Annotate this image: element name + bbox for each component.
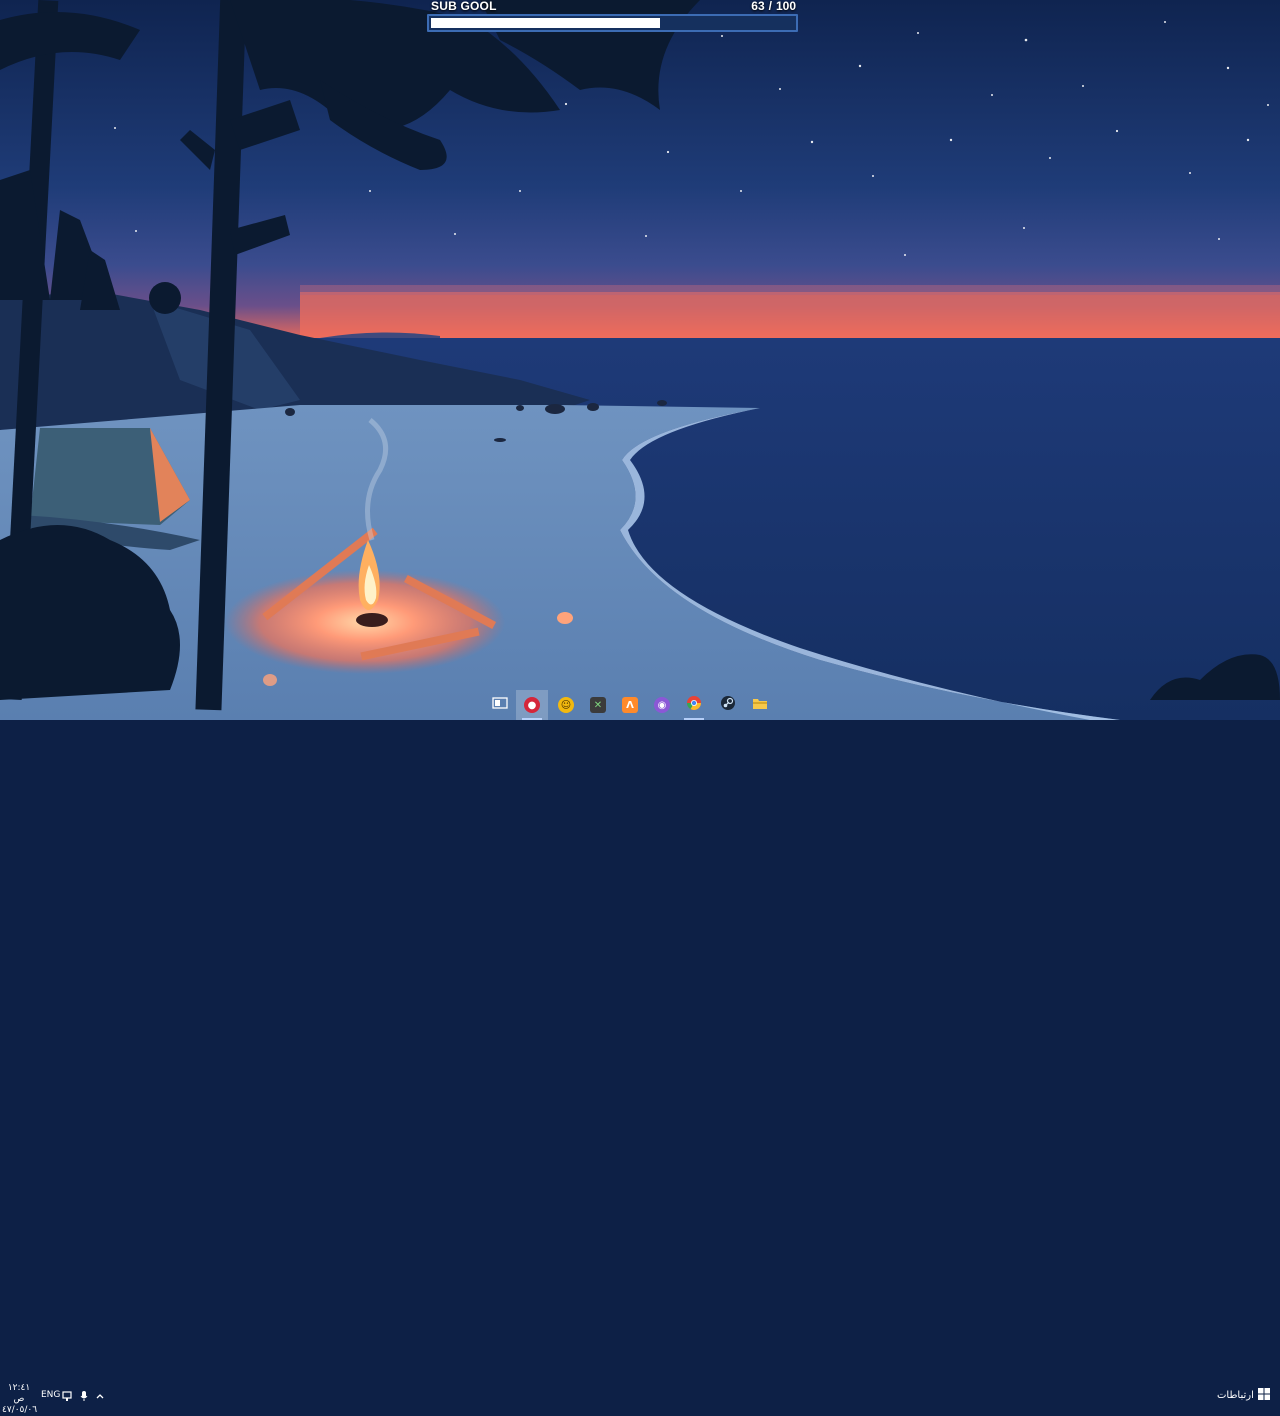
taskbar-app-voice[interactable]: ◉ xyxy=(646,690,678,720)
taskbar-clock[interactable]: ١٢:٤١ ص ٤٧/٠٥/٠٦ xyxy=(2,1383,38,1416)
steam-icon xyxy=(720,695,736,716)
sub-goal-progress-bar xyxy=(427,14,798,32)
sub-goal-widget: SUB GOOL 63/100 xyxy=(427,0,798,34)
sub-goal-progress-fill xyxy=(431,18,660,28)
streaming-app-icon: ● xyxy=(524,697,540,713)
chevron-up-icon[interactable] xyxy=(93,1389,107,1403)
windows-icon xyxy=(1258,1387,1270,1405)
terminal-app-icon: ✕ xyxy=(590,697,606,713)
sub-goal-title: SUB GOOL xyxy=(431,0,497,13)
design-app-icon: Λ xyxy=(622,697,638,713)
taskbar-app-streaming[interactable]: ● xyxy=(516,690,548,720)
taskbar-app-chrome[interactable] xyxy=(678,690,710,720)
task-view-button[interactable] xyxy=(484,690,516,720)
microphone-icon[interactable] xyxy=(77,1389,91,1403)
sub-goal-separator: / xyxy=(768,0,772,13)
desktop-wallpaper xyxy=(0,0,1280,720)
chrome-icon xyxy=(686,695,702,716)
taskbar: ١٢:٤١ ص ٤٧/٠٥/٠٦ ENG ● ☺ ✕ Λ ◉ ارتباطات xyxy=(0,690,1280,1415)
chat-app-icon: ☺ xyxy=(558,697,574,713)
taskbar-app-terminal[interactable]: ✕ xyxy=(582,690,614,720)
language-indicator[interactable]: ENG xyxy=(41,1390,60,1400)
voice-app-icon: ◉ xyxy=(654,697,670,713)
taskbar-app-file-explorer[interactable] xyxy=(744,690,776,720)
task-view-icon xyxy=(492,696,508,715)
start-button[interactable] xyxy=(1257,1387,1271,1405)
taskbar-app-design[interactable]: Λ xyxy=(614,690,646,720)
search-label[interactable]: ارتباطات xyxy=(1217,1390,1254,1401)
taskbar-app-steam[interactable] xyxy=(712,690,744,720)
sub-goal-count: 63/100 xyxy=(751,0,796,13)
sub-goal-target: 100 xyxy=(775,0,796,13)
sub-goal-current: 63 xyxy=(751,0,765,13)
network-icon[interactable] xyxy=(61,1389,75,1403)
clock-date: ٤٧/٠٥/٠٦ xyxy=(2,1405,38,1415)
clock-time: ١٢:٤١ ص xyxy=(7,1383,31,1404)
taskbar-app-chat[interactable]: ☺ xyxy=(550,690,582,720)
file-explorer-icon xyxy=(752,696,768,715)
